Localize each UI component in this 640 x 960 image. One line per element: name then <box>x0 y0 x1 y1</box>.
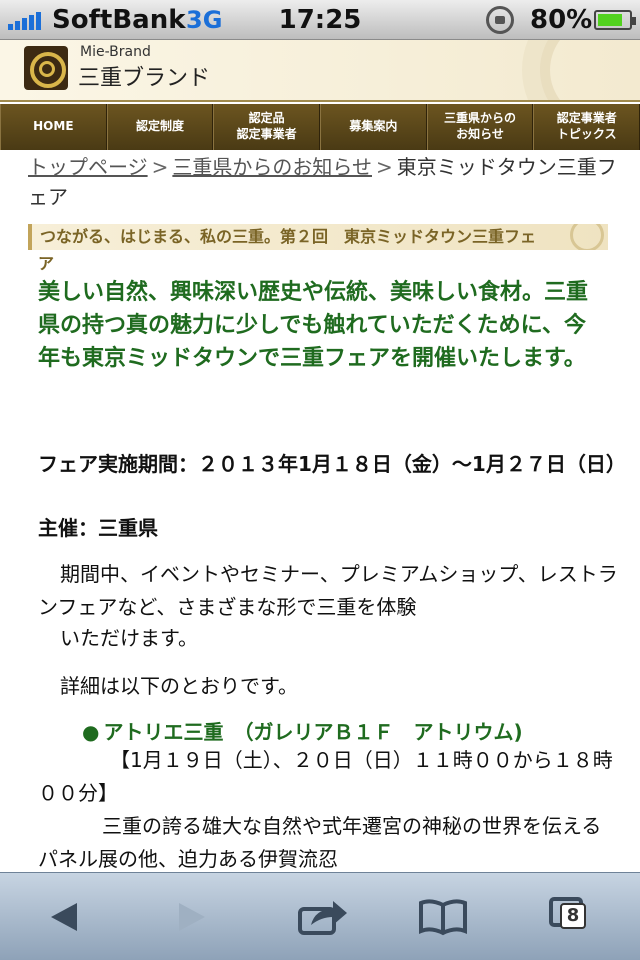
nav-topics[interactable]: 認定事業者 トピックス <box>533 104 640 150</box>
intro-paragraph-end: いただけます。 <box>60 626 198 650</box>
breadcrumb-separator: > <box>151 155 169 179</box>
details-intro: 詳細は以下のとおりです。 <box>60 674 298 698</box>
share-button[interactable] <box>278 873 368 960</box>
page-title-continued: ア <box>38 254 55 273</box>
intro-paragraph: 期間中、イベントやセミナー、プレミアムショップ、レストランフェアなど、さまざまな… <box>38 562 618 619</box>
brand-name-en: Mie-Brand <box>80 44 151 60</box>
fair-period: フェア実施期間：２０１３年1月１８日（金）～1月２７日（日） <box>38 452 626 476</box>
bullet-icon: ● <box>82 720 100 744</box>
nav-notices[interactable]: 三重県からの お知らせ <box>426 104 534 150</box>
page-title: つながる、はじまる、私の三重。第２回 東京ミッドタウン三重フェ <box>40 227 537 246</box>
nav-home[interactable]: HOME <box>0 104 107 150</box>
nav-certification-system[interactable]: 認定制度 <box>106 104 214 150</box>
browser-toolbar: 8 <box>0 872 640 960</box>
nav-recruitment[interactable]: 募集案内 <box>320 104 427 150</box>
title-ornament-icon <box>570 224 604 250</box>
back-arrow-icon <box>51 903 77 931</box>
bookmarks-button[interactable] <box>398 873 488 960</box>
header-swirl-decoration <box>540 40 640 100</box>
event-description: 三重の誇る雄大な自然や式年遷宮の神秘の世界を伝えるパネル展の他、迫力ある伊賀流忍 <box>38 814 602 871</box>
site-header: Mie-Brand 三重ブランド <box>0 40 640 102</box>
brand-name-ja: 三重ブランド <box>78 66 211 91</box>
nav-certified-products[interactable]: 認定品 認定事業者 <box>213 104 321 150</box>
breadcrumb-notices-link[interactable]: 三重県からのお知らせ <box>172 155 372 179</box>
breadcrumb: トップページ > 三重県からのお知らせ > 東京ミッドタウン三重フェア <box>28 152 628 212</box>
forward-arrow-icon <box>179 903 205 931</box>
rotation-lock-icon <box>486 6 514 34</box>
breadcrumb-separator: > <box>375 155 393 179</box>
share-icon <box>298 901 347 935</box>
mie-brand-logo-icon[interactable] <box>24 46 68 90</box>
tabs-button[interactable]: 8 <box>526 873 616 960</box>
back-button[interactable] <box>20 873 110 960</box>
event-date: 【1月１９日（土）、２０日（日）１１時００から１８時００分】 <box>38 748 613 805</box>
status-bar: SoftBank 3G 17:25 80% <box>0 0 640 40</box>
book-icon <box>419 899 467 936</box>
event-title: アトリエ三重 （ガレリアＢ１Ｆ アトリウム) <box>103 720 523 744</box>
battery-percent: 80% <box>530 5 593 35</box>
page-title-bar: つながる、はじまる、私の三重。第２回 東京ミッドタウン三重フェ <box>28 224 608 250</box>
organizer: 主催：三重県 <box>38 516 158 540</box>
tab-count-badge: 8 <box>560 903 586 929</box>
lead-text: 美しい自然、興味深い歴史や伝統、美味しい食材。三重県の持つ真の魅力に少しでも触れ… <box>38 280 589 371</box>
main-nav: HOME 認定制度 認定品 認定事業者 募集案内 三重県からの お知らせ 認定事… <box>0 104 640 150</box>
event-heading: ● アトリエ三重 （ガレリアＢ１Ｆ アトリウム) <box>82 716 523 745</box>
breadcrumb-top-link[interactable]: トップページ <box>28 155 148 179</box>
battery-icon <box>594 10 636 30</box>
forward-button[interactable] <box>146 873 236 960</box>
